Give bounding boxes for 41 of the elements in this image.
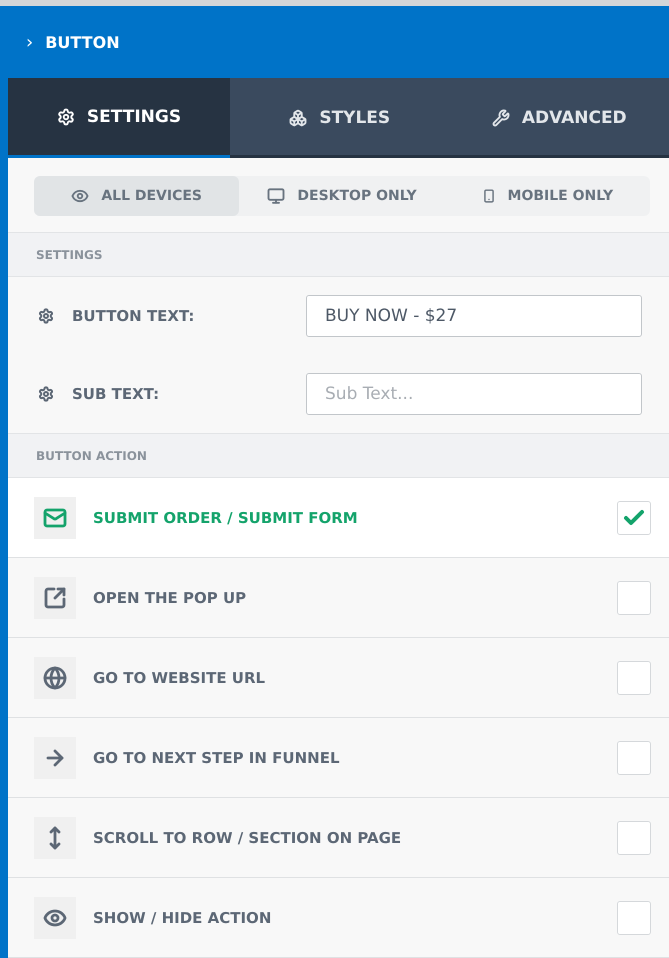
action-label: GO TO NEXT STEP IN FUNNEL (93, 748, 341, 766)
device-option[interactable]: MOBILE ONLY (444, 176, 650, 216)
external-link-icon (34, 576, 76, 618)
action-label: SUBMIT ORDER / SUBMIT FORM (93, 508, 359, 526)
checkbox[interactable] (617, 740, 651, 774)
eye-icon (71, 187, 90, 205)
field-label: SUB TEXT: (72, 385, 160, 403)
eye-icon (34, 896, 76, 938)
tab[interactable]: ADVANCED (450, 78, 669, 158)
section-heading: BUTTON ACTION (8, 434, 669, 478)
field-label: BUTTON TEXT: (72, 307, 196, 325)
action-label: SHOW / HIDE ACTION (93, 908, 272, 926)
section-heading: SETTINGS (8, 233, 669, 277)
checkbox[interactable] (617, 660, 651, 694)
monitor-icon (267, 187, 286, 205)
tab[interactable]: STYLES (230, 78, 450, 158)
device-option[interactable]: ALL DEVICES (34, 176, 240, 216)
panel-header[interactable]: › BUTTON (0, 6, 669, 78)
arrow-right-icon (34, 736, 76, 778)
checkbox[interactable] (617, 900, 651, 934)
checkbox[interactable] (617, 500, 651, 534)
envelope-icon (34, 496, 76, 538)
checkbox[interactable] (617, 580, 651, 614)
device-option[interactable]: DESKTOP ONLY (239, 176, 445, 216)
action-label: SCROLL TO ROW / SECTION ON PAGE (93, 828, 402, 846)
action-label: GO TO WEBSITE URL (93, 668, 266, 686)
gear-icon (38, 386, 54, 402)
text-field[interactable]: Sub Text... (306, 373, 642, 415)
action-label: OPEN THE POP UP (93, 588, 248, 606)
phone-icon (482, 189, 496, 203)
caret-icon: › (26, 32, 34, 52)
wrench-icon (492, 109, 510, 127)
text-field[interactable]: BUY NOW - $27 (306, 295, 642, 337)
panel-title: BUTTON (45, 32, 120, 52)
vertical-arrows-icon (34, 816, 76, 858)
globe-icon (34, 656, 76, 698)
gear-icon (38, 308, 54, 324)
checkbox[interactable] (617, 820, 651, 854)
tab[interactable]: SETTINGS (8, 78, 230, 158)
gear-icon (56, 108, 75, 126)
boxes-icon (289, 109, 308, 127)
